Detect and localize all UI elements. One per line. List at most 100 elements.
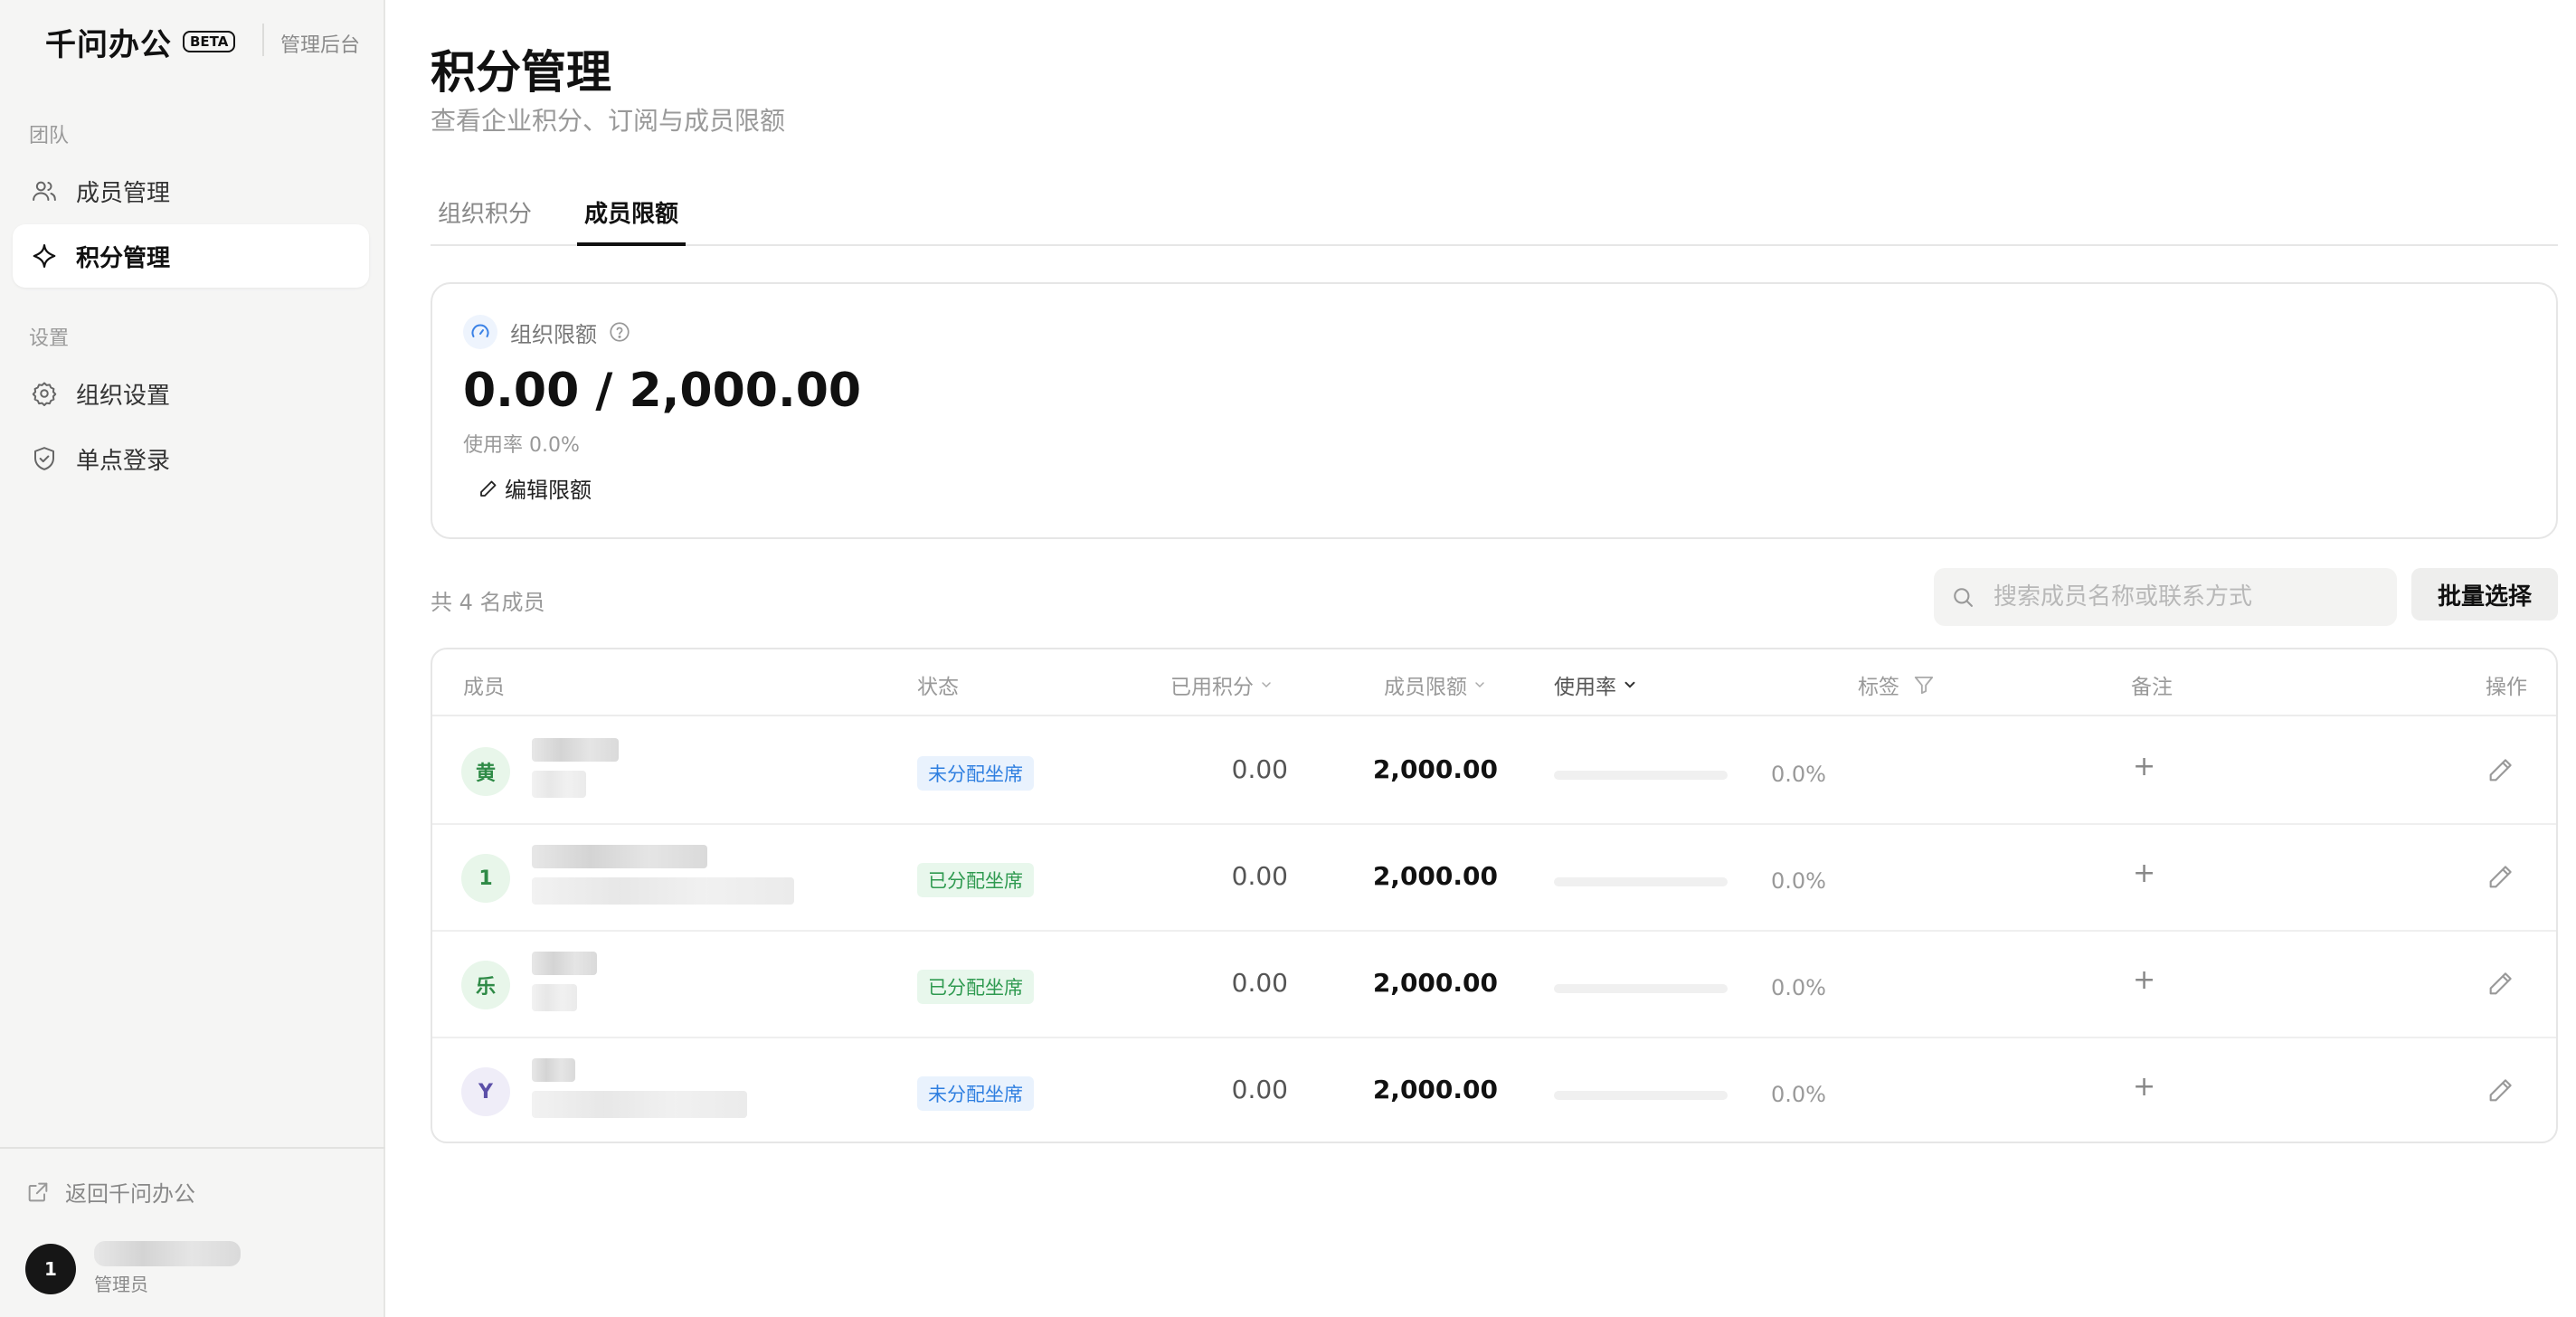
table-row[interactable]: Y 未分配坐席 0.00 2,000.00 0.0% +	[432, 1038, 2556, 1142]
edit-quota-label: 编辑限额	[505, 478, 592, 503]
sidebar-item-members[interactable]: 成员管理	[13, 159, 369, 223]
sidebar-item-label: 单点登录	[76, 447, 171, 475]
col-member: 成员	[463, 676, 505, 699]
status-badge: 未分配坐席	[917, 756, 1034, 791]
user-role: 管理员	[94, 1274, 148, 1295]
member-limit: 2,000.00	[1372, 1075, 1498, 1104]
quota-value: 0.00 / 2,000.00	[463, 364, 862, 418]
chevron-down-icon	[1475, 682, 1484, 688]
back-link-label: 返回千问办公	[65, 1181, 195, 1207]
member-contact-redacted	[532, 771, 586, 798]
status-badge: 已分配坐席	[917, 970, 1034, 1004]
usage-bar	[1554, 877, 1728, 886]
brand-logo[interactable]: 千问办公 BETA	[45, 24, 236, 63]
bulk-select-button[interactable]: 批量选择	[2411, 568, 2558, 621]
member-contact-redacted	[532, 1091, 747, 1118]
col-actions: 操作	[2486, 676, 2527, 699]
member-name-redacted	[532, 738, 619, 762]
brand-divider	[262, 24, 264, 56]
sidebar-item-sso[interactable]: 单点登录	[13, 427, 369, 490]
search-input[interactable]	[1994, 583, 2373, 611]
member-limit: 2,000.00	[1372, 754, 1498, 784]
avatar: 黄	[461, 747, 510, 796]
add-note-button[interactable]: +	[2133, 751, 2155, 782]
edit-quota-button[interactable]: 编辑限额	[478, 472, 592, 504]
edit-limit-button[interactable]	[2486, 861, 2516, 892]
sidebar-item-points[interactable]: 积分管理	[13, 224, 369, 288]
pencil-icon	[2489, 866, 2512, 888]
usage-bar	[1554, 1091, 1728, 1100]
table-header: 成员 状态 已用积分 成员限额 使用率 标签 备注 操作	[432, 649, 2556, 716]
used-points: 0.00	[1231, 1075, 1288, 1104]
col-tags-label: 标签	[1858, 676, 1899, 699]
usage-rate: 0.0%	[1771, 975, 1826, 1000]
user-name-redacted	[94, 1241, 241, 1266]
add-note-button[interactable]: +	[2133, 857, 2155, 889]
org-quota-card: 组织限额 0.00 / 2,000.00 使用率 0.0% 编辑限额	[431, 282, 2558, 539]
status-badge: 未分配坐席	[917, 1076, 1034, 1111]
member-name-redacted	[532, 845, 707, 868]
edit-limit-button[interactable]	[2486, 754, 2516, 785]
col-member-limit[interactable]: 成员限额	[1384, 669, 1487, 700]
current-user[interactable]: 1 管理员	[25, 1241, 241, 1296]
col-status: 状态	[917, 676, 959, 699]
usage-rate: 0.0%	[1771, 1082, 1826, 1107]
usage-rate: 0.0%	[1771, 868, 1826, 894]
shield-check-icon	[29, 443, 60, 474]
member-name-redacted	[532, 1058, 575, 1082]
table-row[interactable]: 1 已分配坐席 0.00 2,000.00 0.0% +	[432, 825, 2556, 932]
back-to-app-link[interactable]: 返回千问办公	[25, 1176, 195, 1208]
table-row[interactable]: 黄 未分配坐席 0.00 2,000.00 0.0% +	[432, 718, 2556, 825]
tab-bar: 组织积分 成员限额	[431, 185, 2558, 246]
page-subtitle: 查看企业积分、订阅与成员限额	[431, 106, 786, 136]
gauge-icon	[463, 315, 497, 349]
member-contact-redacted	[532, 984, 577, 1011]
sidebar-item-label: 组织设置	[76, 382, 171, 410]
edit-limit-button[interactable]	[2486, 1075, 2516, 1105]
pencil-icon	[2489, 972, 2512, 995]
member-limit: 2,000.00	[1372, 861, 1498, 891]
tab-member-limits[interactable]: 成员限额	[577, 195, 687, 246]
users-icon	[29, 175, 60, 206]
col-tags[interactable]: 标签	[1858, 669, 1936, 700]
pencil-icon	[2489, 1079, 2512, 1102]
used-points: 0.00	[1231, 968, 1288, 998]
add-note-button[interactable]: +	[2133, 1071, 2155, 1103]
chevron-down-icon	[1262, 682, 1271, 688]
sidebar-item-label: 积分管理	[76, 244, 171, 272]
quota-usage: 使用率 0.0%	[463, 434, 580, 457]
filter-icon	[1914, 676, 1934, 695]
chevron-down-icon	[1624, 681, 1635, 688]
pencil-icon	[480, 480, 497, 497]
help-icon[interactable]	[608, 320, 631, 344]
members-table: 成员 状态 已用积分 成员限额 使用率 标签 备注 操作 黄未分配坐席 0.00 2…	[431, 648, 2558, 1143]
admin-label: 管理后台	[280, 34, 361, 57]
usage-rate: 0.0%	[1771, 762, 1826, 787]
add-note-button[interactable]: +	[2133, 964, 2155, 996]
status-badge: 已分配坐席	[917, 863, 1034, 897]
gear-icon	[29, 378, 60, 409]
usage-bar	[1554, 771, 1728, 780]
col-limit-label: 成员限额	[1384, 676, 1467, 699]
avatar: 1	[25, 1243, 76, 1294]
search-box[interactable]	[1934, 568, 2397, 626]
usage-bar	[1554, 984, 1728, 993]
avatar: Y	[461, 1067, 510, 1116]
group-label-settings: 设置	[29, 327, 70, 350]
member-contact-redacted	[532, 877, 794, 905]
beta-badge: BETA	[183, 31, 236, 52]
tab-org-points[interactable]: 组织积分	[431, 195, 539, 246]
member-limit: 2,000.00	[1372, 968, 1498, 998]
quota-label: 组织限额	[510, 321, 597, 347]
sidebar-item-org-settings[interactable]: 组织设置	[13, 362, 369, 425]
col-usage-rate[interactable]: 使用率	[1554, 669, 1638, 700]
sparkle-icon	[29, 241, 60, 271]
table-row[interactable]: 乐 已分配坐席 0.00 2,000.00 0.0% +	[432, 932, 2556, 1038]
col-used-points[interactable]: 已用积分	[1170, 669, 1274, 700]
col-used-label: 已用积分	[1170, 676, 1254, 699]
member-name-redacted	[532, 952, 597, 975]
used-points: 0.00	[1231, 861, 1288, 891]
search-icon	[1954, 588, 1973, 607]
edit-limit-button[interactable]	[2486, 968, 2516, 999]
external-link-icon	[28, 1182, 48, 1201]
